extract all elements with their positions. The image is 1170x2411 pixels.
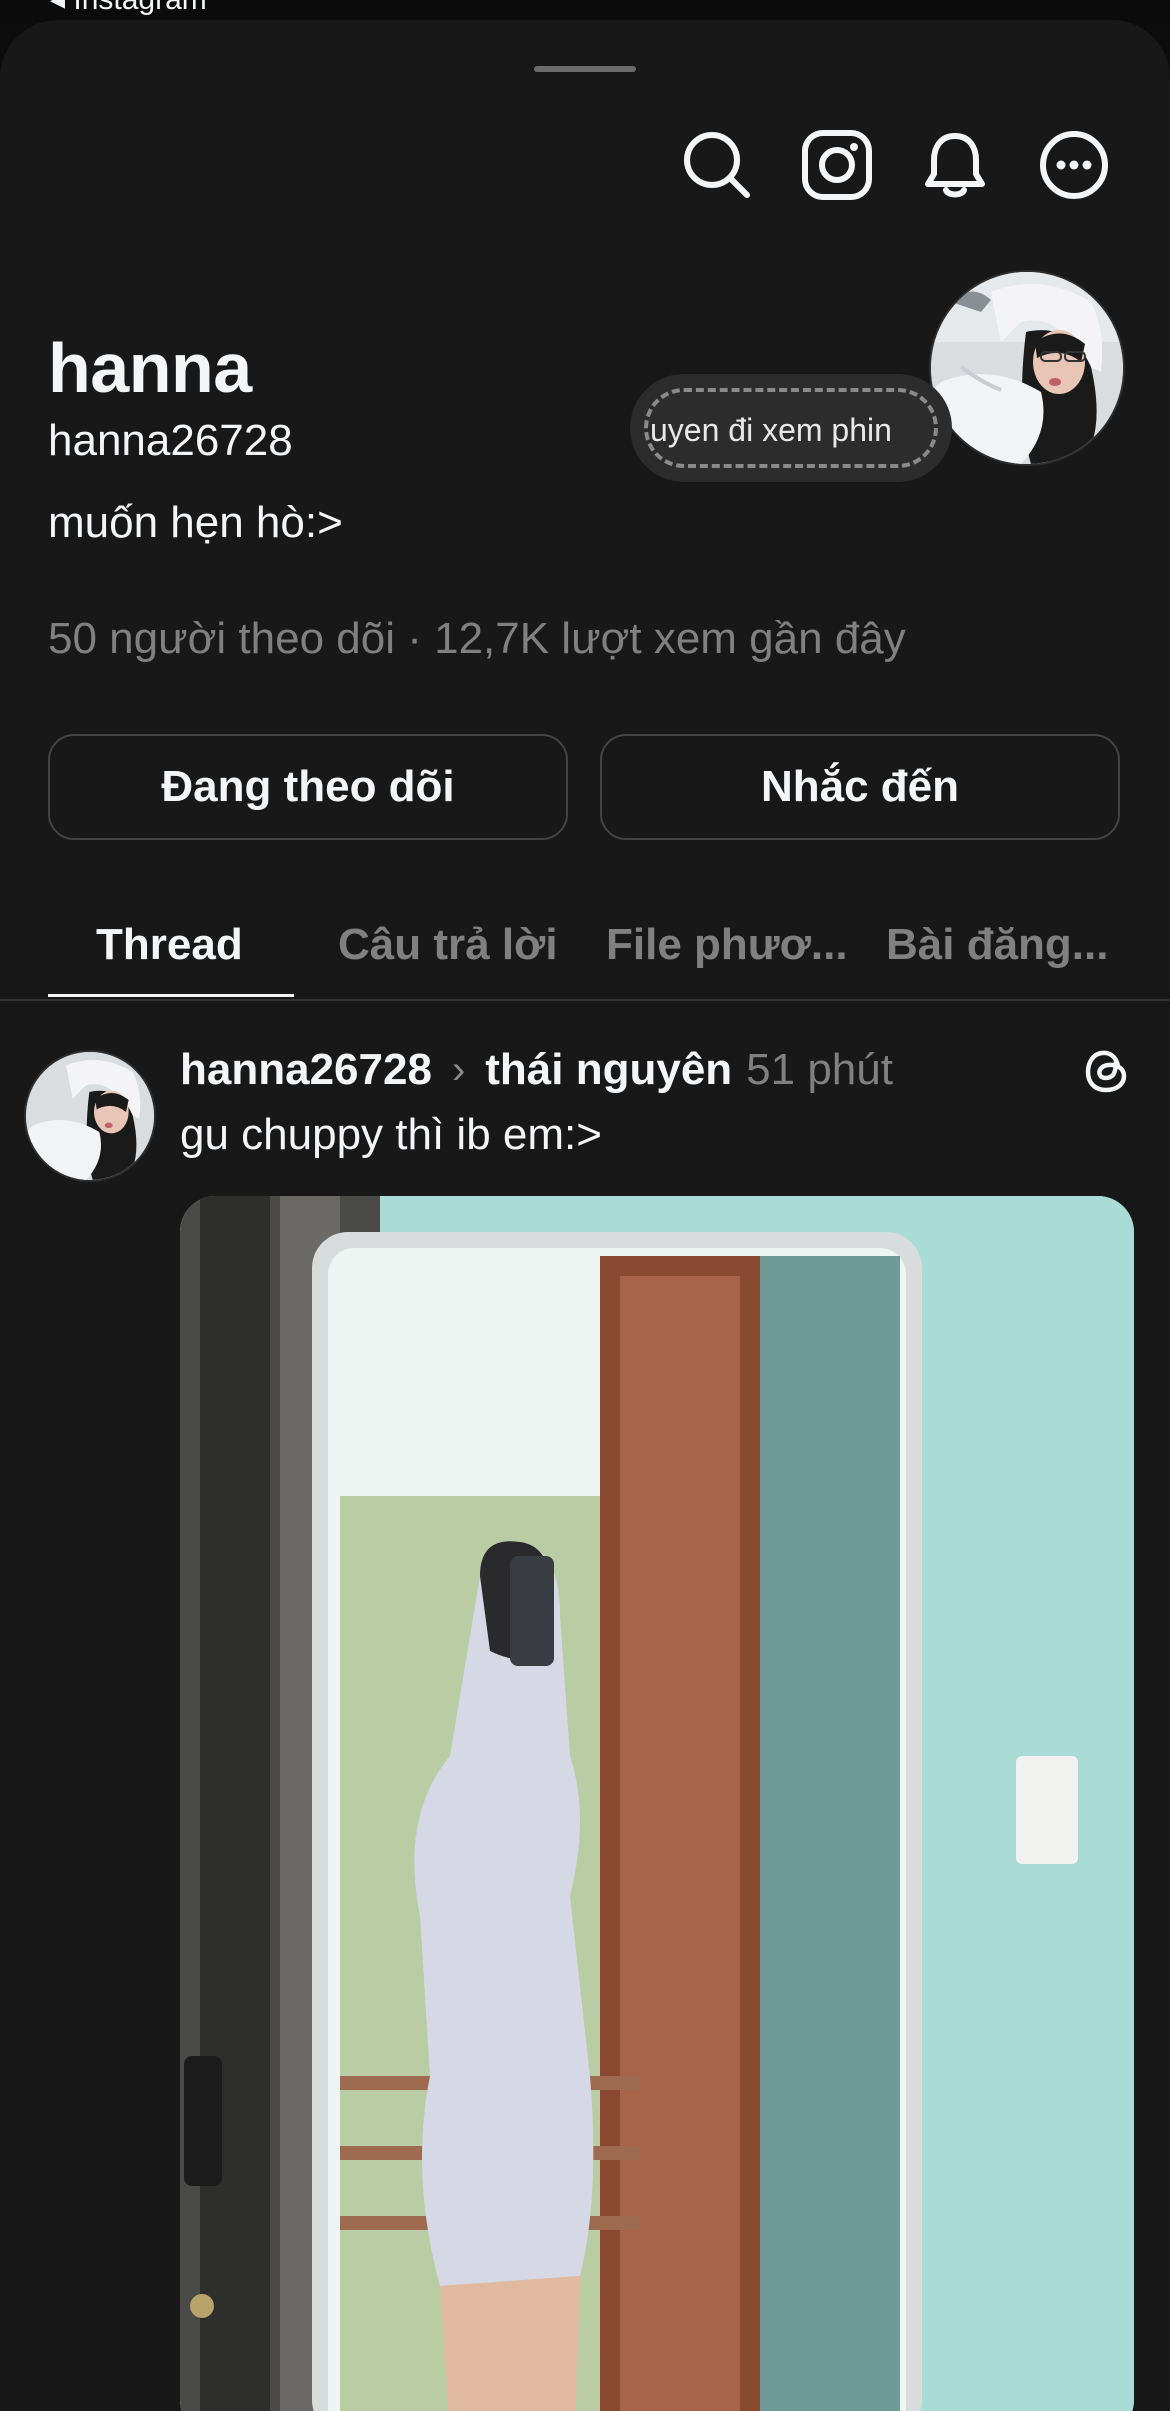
- note-dashed-outline: uyen đi xem phin: [644, 388, 938, 468]
- profile-display-name: hanna: [48, 329, 252, 407]
- profile-note-bubble[interactable]: uyen đi xem phin: [630, 374, 952, 482]
- mention-button[interactable]: Nhắc đến: [600, 734, 1120, 840]
- bell-icon[interactable]: [918, 128, 992, 202]
- profile-username: hanna26728: [48, 416, 293, 465]
- back-app-label[interactable]: ◂ Instagram: [50, 0, 207, 17]
- profile-stats[interactable]: 50 người theo dõi · 12,7K lượt xem gần đ…: [48, 614, 906, 664]
- post-avatar[interactable]: [24, 1050, 156, 1182]
- threads-icon[interactable]: [1082, 1044, 1132, 1096]
- tab-replies[interactable]: Câu trả lời: [338, 920, 558, 970]
- tabs-divider: [0, 999, 1170, 1001]
- tab-reposts[interactable]: Bài đăng...: [886, 920, 1108, 970]
- post-username[interactable]: hanna26728: [180, 1045, 432, 1095]
- sheet-grabber-handle[interactable]: [534, 66, 636, 72]
- post-location[interactable]: thái nguyên: [485, 1045, 732, 1095]
- profile-sheet: hanna hanna26728 muốn hẹn hò:> 50 người …: [0, 20, 1170, 2411]
- profile-tabs: Thread Câu trả lời File phươ... Bài đăng…: [0, 890, 1170, 1000]
- more-icon[interactable]: [1037, 128, 1111, 202]
- following-button[interactable]: Đang theo dõi: [48, 734, 568, 840]
- search-icon[interactable]: [680, 128, 754, 202]
- post-header: hanna26728 › thái nguyên 51 phút: [180, 1040, 893, 1100]
- header-toolbar: [0, 128, 1170, 218]
- post-text: gu chuppy thì ib em:>: [180, 1110, 602, 1159]
- active-tab-indicator: [48, 994, 294, 997]
- chevron-right-icon: ›: [451, 1047, 466, 1092]
- tab-thread[interactable]: Thread: [96, 920, 243, 970]
- post-time: 51 phút: [746, 1045, 893, 1094]
- instagram-icon[interactable]: [800, 128, 874, 202]
- tab-media[interactable]: File phươ...: [606, 920, 848, 970]
- profile-bio: muốn hẹn hò:>: [48, 498, 343, 547]
- profile-note-text: uyen đi xem phin: [650, 412, 892, 448]
- post-photo[interactable]: [180, 1196, 1134, 2411]
- profile-avatar[interactable]: [929, 270, 1125, 466]
